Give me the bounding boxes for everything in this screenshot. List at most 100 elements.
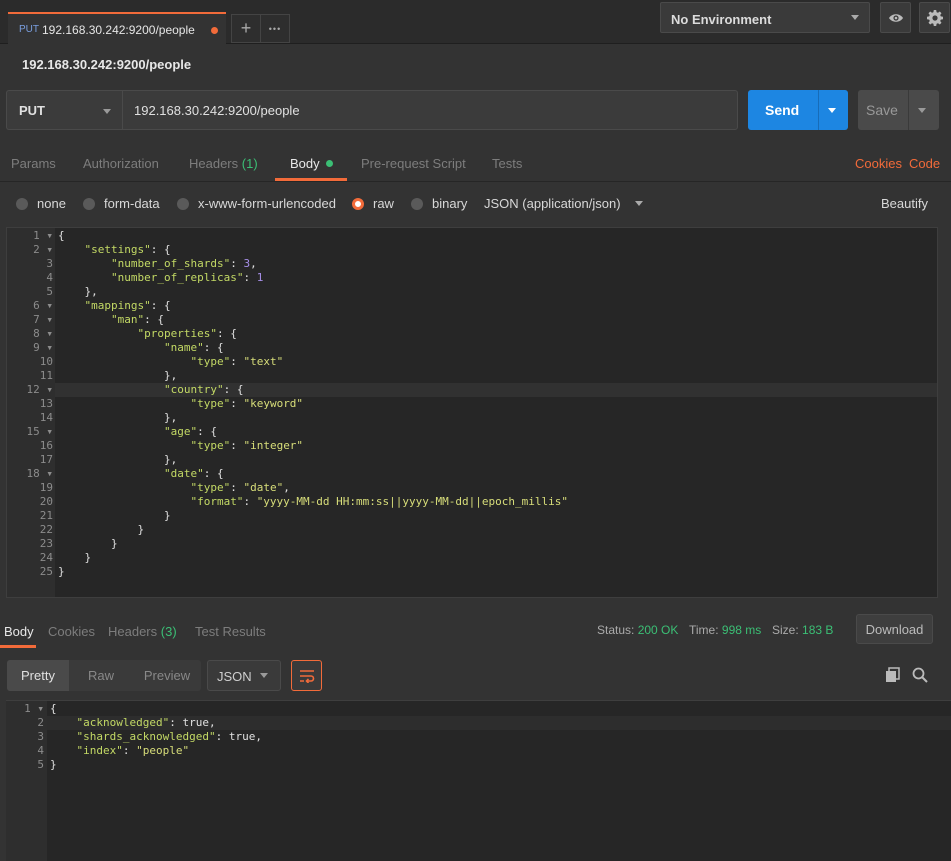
time-value: 998 ms: [721, 623, 762, 637]
size-value: 183 B: [802, 623, 834, 637]
radio-x-www-form-urlencoded[interactable]: x-www-form-urlencoded: [177, 196, 336, 211]
page-title: 192.168.30.242:9200/people: [22, 57, 192, 72]
response-tab-cookies[interactable]: Cookies: [48, 624, 95, 639]
download-button[interactable]: Download: [856, 614, 933, 644]
code-line: "number_of_replicas": 1: [110, 271, 264, 284]
radio-binary[interactable]: binary: [411, 196, 467, 211]
raw-button[interactable]: Raw: [69, 660, 133, 691]
divider: [908, 90, 909, 130]
plus-icon: +: [240, 18, 252, 38]
response-tab-headers[interactable]: Headers (3): [108, 624, 177, 639]
manage-environments-button[interactable]: [919, 2, 950, 33]
new-tab-button[interactable]: +: [231, 14, 261, 43]
code-line: "name": {: [163, 341, 224, 354]
line-number: 2: [37, 716, 44, 729]
request-tab[interactable]: PUT 192.168.30.242:9200/people: [8, 12, 226, 45]
radio-icon: [177, 197, 189, 210]
method-select[interactable]: PUT: [6, 90, 122, 130]
cookies-link[interactable]: Cookies: [855, 156, 902, 171]
radio-raw[interactable]: raw: [352, 196, 394, 211]
line-number: 14: [39, 411, 53, 424]
send-dropdown-icon[interactable]: [828, 108, 836, 113]
radio-none-label: none: [37, 196, 66, 211]
pretty-button[interactable]: Pretty: [7, 660, 69, 691]
wrap-lines-button[interactable]: [291, 660, 322, 691]
radio-icon: [411, 197, 423, 210]
code-line: "number_of_shards": 3,: [110, 257, 257, 270]
tab-tests-label: Tests: [492, 156, 523, 171]
search-response-button[interactable]: [912, 667, 928, 686]
tab-pre-request-script-label: Pre-request Script: [361, 156, 466, 171]
copy-response-button[interactable]: [885, 667, 901, 686]
response-body-viewer[interactable]: 1 ▾ 2 3 4 5 { "acknowledged": true, "shards_…: [6, 700, 951, 861]
active-tab-underline: [0, 645, 36, 648]
preview-button[interactable]: Preview: [133, 660, 201, 691]
radio-icon: [16, 197, 28, 210]
tab-authorization-label: Authorization: [83, 156, 159, 171]
method-label: PUT: [19, 103, 45, 118]
code-line: "country": {: [163, 383, 244, 396]
tab-pre-request-script[interactable]: Pre-request Script: [361, 156, 466, 171]
tab-params[interactable]: Params: [11, 156, 56, 171]
line-number: 19: [39, 481, 53, 494]
save-label: Save: [866, 102, 898, 118]
radio-form-data[interactable]: form-data: [83, 196, 160, 211]
radio-binary-label: binary: [432, 196, 468, 211]
chevron-down-icon: [851, 15, 859, 20]
code-line: "properties": {: [137, 327, 237, 340]
environment-select[interactable]: No Environment: [660, 2, 870, 33]
line-number: 6 ▾: [33, 299, 53, 312]
radio-none[interactable]: none: [16, 196, 66, 211]
line-number: 15 ▾: [26, 425, 54, 438]
unsaved-dot-icon: [211, 27, 218, 34]
status-value: 200 OK: [637, 623, 679, 637]
request-body-editor[interactable]: 1 ▾ 2 ▾ 3 4 5 6 ▾ 7 ▾ 8 ▾ 9 ▾ 10 11 12 ▾ 13 14 15 ▾ 16 1…: [6, 227, 938, 598]
line-number: 22: [39, 523, 53, 536]
response-tab-test-results[interactable]: Test Results: [195, 624, 266, 639]
chevron-down-icon: [634, 201, 643, 206]
save-button[interactable]: Save: [858, 90, 939, 130]
tab-headers[interactable]: Headers (1): [189, 156, 258, 171]
save-dropdown-icon[interactable]: [918, 108, 926, 113]
code-line: "type": "keyword": [190, 397, 304, 410]
url-input[interactable]: 192.168.30.242:9200/people: [122, 90, 738, 130]
copy-icon: [886, 667, 900, 682]
environment-quick-look-button[interactable]: [880, 2, 911, 33]
status-label: Status:: [597, 623, 635, 637]
response-tab-cookies-label: Cookies: [48, 624, 95, 639]
send-button[interactable]: Send: [748, 90, 848, 130]
tab-tests[interactable]: Tests: [492, 156, 522, 171]
response-format-label: JSON: [217, 669, 252, 684]
line-number: 4: [46, 271, 53, 284]
line-number: 1 ▾: [33, 229, 53, 242]
radio-form-data-label: form-data: [104, 196, 160, 211]
line-number: 8 ▾: [33, 327, 53, 340]
request-tab-method: PUT: [19, 24, 39, 35]
radio-selected-icon: [352, 197, 364, 210]
line-number: 20: [39, 495, 53, 508]
code-line: "shards_acknowledged": true,: [76, 730, 262, 743]
content-type-select[interactable]: JSON (application/json): [484, 196, 643, 211]
response-tab-body[interactable]: Body: [4, 624, 34, 639]
line-number: 3: [37, 730, 44, 743]
code-line: "index": "people": [76, 744, 190, 757]
code-link[interactable]: Code: [909, 156, 940, 171]
line-number: 23: [39, 537, 53, 550]
line-number: 16: [39, 439, 53, 452]
tab-authorization[interactable]: Authorization: [83, 156, 159, 171]
more-tabs-button[interactable]: •••: [260, 14, 290, 43]
code-line: "mappings": {: [84, 299, 171, 312]
line-number: 10: [39, 355, 53, 368]
code-line: "type": "integer": [190, 439, 304, 452]
request-tab-title: 192.168.30.242:9200/people: [42, 23, 195, 37]
code-line: },: [58, 285, 98, 298]
beautify-link[interactable]: Beautify: [881, 196, 928, 211]
code-line: }: [50, 758, 57, 771]
response-format-select[interactable]: JSON: [207, 660, 281, 691]
line-number: 4: [37, 744, 44, 757]
radio-icon: [83, 197, 95, 210]
code-line: }: [58, 537, 118, 550]
tab-body[interactable]: Body: [290, 156, 334, 171]
code-line: "type": "date",: [190, 481, 290, 494]
code-line: },: [58, 411, 178, 424]
